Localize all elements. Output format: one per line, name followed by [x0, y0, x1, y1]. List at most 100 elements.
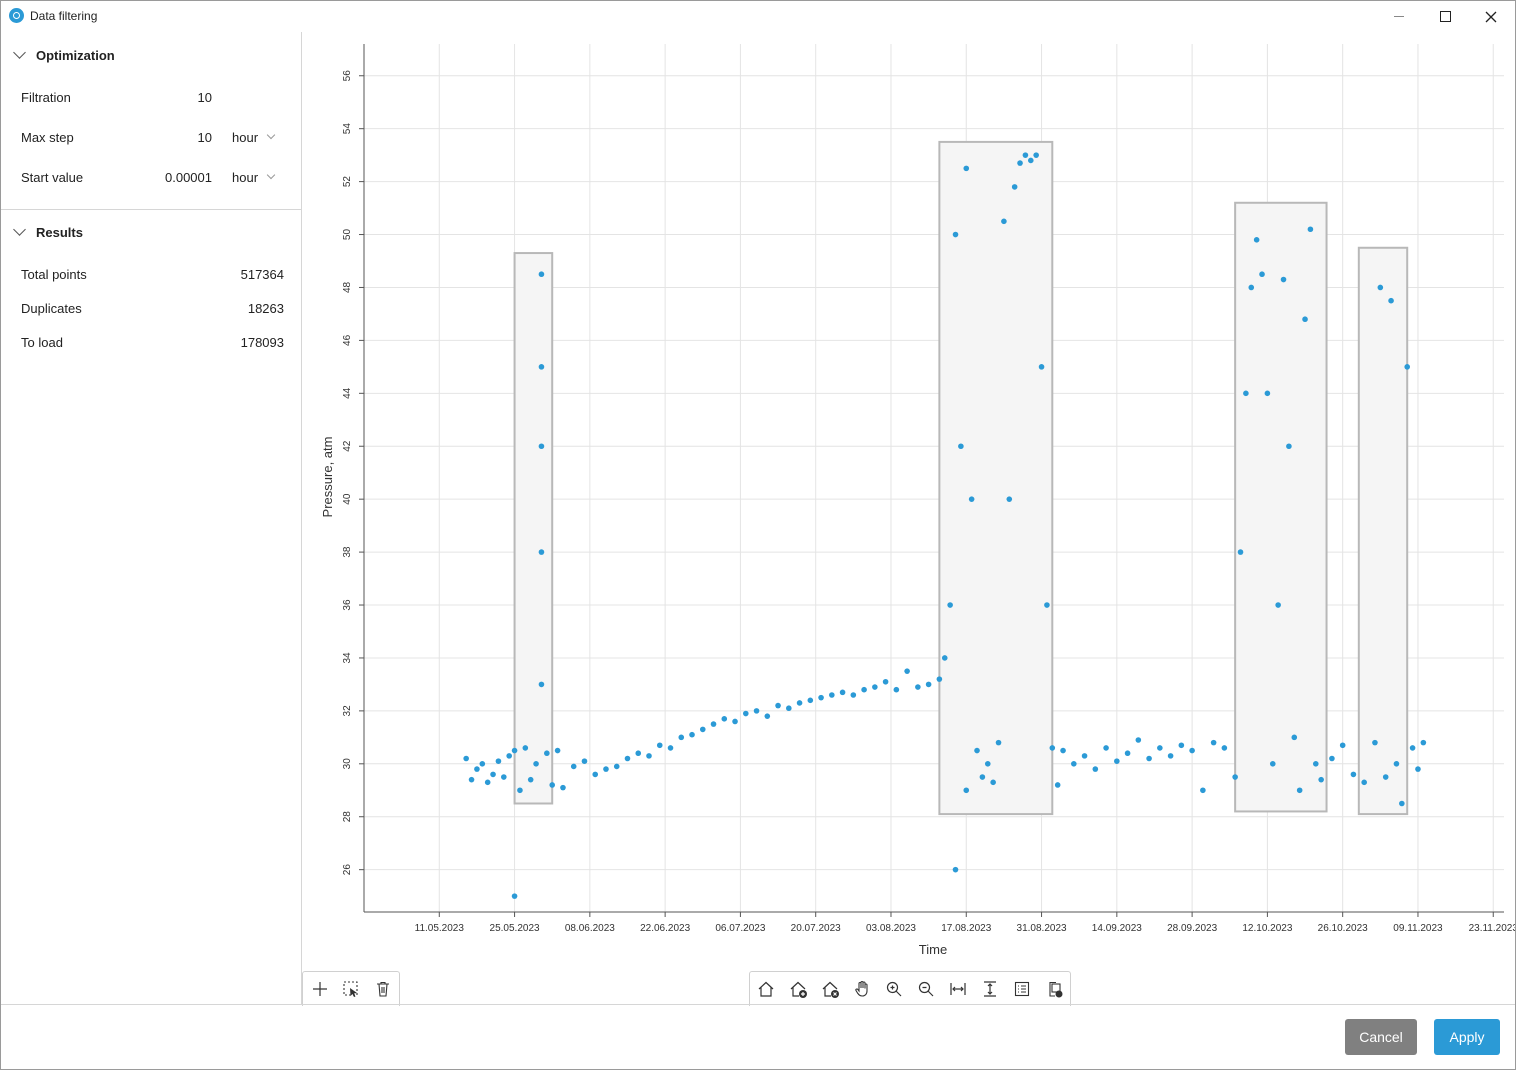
remove-home-tool[interactable] — [819, 978, 841, 1000]
data-point — [963, 165, 970, 172]
to-load-label: To load — [21, 335, 63, 350]
data-point — [861, 686, 867, 693]
data-point — [1027, 157, 1034, 164]
maximize-button[interactable] — [1422, 1, 1468, 32]
home-tool[interactable] — [755, 978, 777, 1000]
data-point — [1124, 750, 1131, 757]
home-icon — [758, 981, 774, 997]
data-point — [1243, 390, 1249, 397]
data-point — [1017, 160, 1023, 166]
fit-height-tool[interactable] — [979, 978, 1001, 1000]
data-point — [1167, 753, 1174, 759]
data-point — [839, 689, 846, 696]
y-tick-label: 42 — [342, 440, 353, 452]
list-tool[interactable] — [1011, 978, 1033, 1000]
data-point — [764, 713, 771, 719]
pressure-chart[interactable]: 11.05.2023 25.05.2023 08.06.2023 22.06.2023… — [302, 32, 1515, 972]
data-point — [1291, 734, 1298, 741]
data-point — [974, 747, 980, 754]
data-point — [1339, 742, 1346, 749]
chart-toolbar — [749, 971, 1071, 1006]
zoom-in-tool[interactable] — [883, 978, 905, 1000]
data-point — [511, 893, 518, 899]
data-point — [506, 753, 512, 759]
data-point — [1361, 779, 1367, 786]
data-point — [1399, 800, 1405, 807]
data-point — [1135, 737, 1142, 743]
data-point — [1001, 218, 1007, 225]
y-tick-label: 48 — [342, 281, 353, 293]
x-tick-label: 12.10.2023 — [1242, 923, 1292, 934]
data-point — [1280, 276, 1287, 283]
fit-width-tool[interactable] — [947, 978, 969, 1000]
x-tick-label: 06.07.2023 — [715, 923, 765, 934]
minimize-button[interactable] — [1376, 1, 1422, 32]
y-tick-label: 32 — [342, 705, 353, 717]
crosshair-tool[interactable] — [309, 978, 331, 1000]
x-tick-label: 03.08.2023 — [866, 923, 916, 934]
data-point — [501, 774, 507, 780]
results-section-header[interactable]: Results — [1, 217, 301, 247]
data-point — [1071, 761, 1077, 767]
zoom-out-tool[interactable] — [915, 978, 937, 1000]
data-point — [474, 766, 480, 772]
max-step-input[interactable]: 10 — [198, 130, 212, 145]
select-region-tool[interactable] — [340, 978, 362, 1000]
data-point — [463, 755, 469, 762]
start-value-unit-select[interactable]: hour — [232, 170, 258, 185]
cancel-button[interactable]: Cancel — [1345, 1019, 1417, 1055]
data-point — [538, 443, 545, 450]
window-title: Data filtering — [30, 9, 98, 23]
data-point — [1296, 787, 1303, 794]
data-point — [678, 734, 685, 741]
select-region-icon — [343, 981, 358, 997]
duplicates-value: 18263 — [247, 301, 284, 316]
x-tick-label: 31.08.2023 — [1017, 923, 1067, 934]
add-home-tool[interactable] — [787, 978, 809, 1000]
data-point — [1382, 774, 1389, 780]
section-divider — [1, 209, 301, 210]
max-step-unit-select[interactable]: hour — [232, 130, 258, 145]
y-tick-label: 56 — [342, 70, 353, 82]
data-point — [904, 668, 910, 674]
data-point — [1275, 602, 1281, 608]
data-point — [544, 750, 550, 757]
close-icon — [1485, 11, 1497, 22]
filtration-input[interactable]: 10 — [198, 90, 212, 105]
data-point — [570, 763, 577, 770]
list-icon — [1014, 981, 1030, 997]
start-value-input[interactable]: 0.00001 — [165, 170, 212, 185]
data-point — [468, 776, 475, 783]
optimization-section-header[interactable]: Optimization — [1, 40, 301, 70]
export-tool[interactable] — [1043, 978, 1065, 1000]
data-point — [1269, 761, 1276, 767]
data-point — [656, 742, 663, 749]
total-points-value: 517364 — [240, 267, 284, 282]
y-tick-label: 30 — [342, 758, 353, 770]
pan-tool[interactable] — [851, 978, 873, 1000]
data-point — [549, 782, 556, 788]
x-tick-label: 17.08.2023 — [941, 923, 991, 934]
data-point — [995, 739, 1002, 746]
highlight-boxes — [513, 140, 1409, 816]
data-point — [963, 787, 970, 794]
title-bar: Data filtering — [1, 1, 1515, 32]
data-point — [603, 766, 609, 772]
data-point — [968, 496, 975, 502]
close-button[interactable] — [1468, 1, 1514, 32]
chevron-down-icon — [13, 223, 26, 236]
data-point — [958, 443, 964, 450]
data-point — [1312, 761, 1319, 767]
data-point — [1092, 766, 1099, 772]
data-point — [775, 702, 781, 709]
data-point — [1372, 739, 1378, 746]
data-point — [1221, 745, 1228, 751]
apply-button[interactable]: Apply — [1434, 1019, 1500, 1055]
data-point — [484, 779, 491, 786]
duplicates-label: Duplicates — [21, 301, 82, 316]
data-point — [624, 755, 631, 762]
delete-tool[interactable] — [372, 978, 394, 1000]
highlight-box — [1234, 201, 1328, 813]
chevron-down-icon — [266, 130, 276, 140]
x-tick-label: 28.09.2023 — [1167, 923, 1217, 934]
